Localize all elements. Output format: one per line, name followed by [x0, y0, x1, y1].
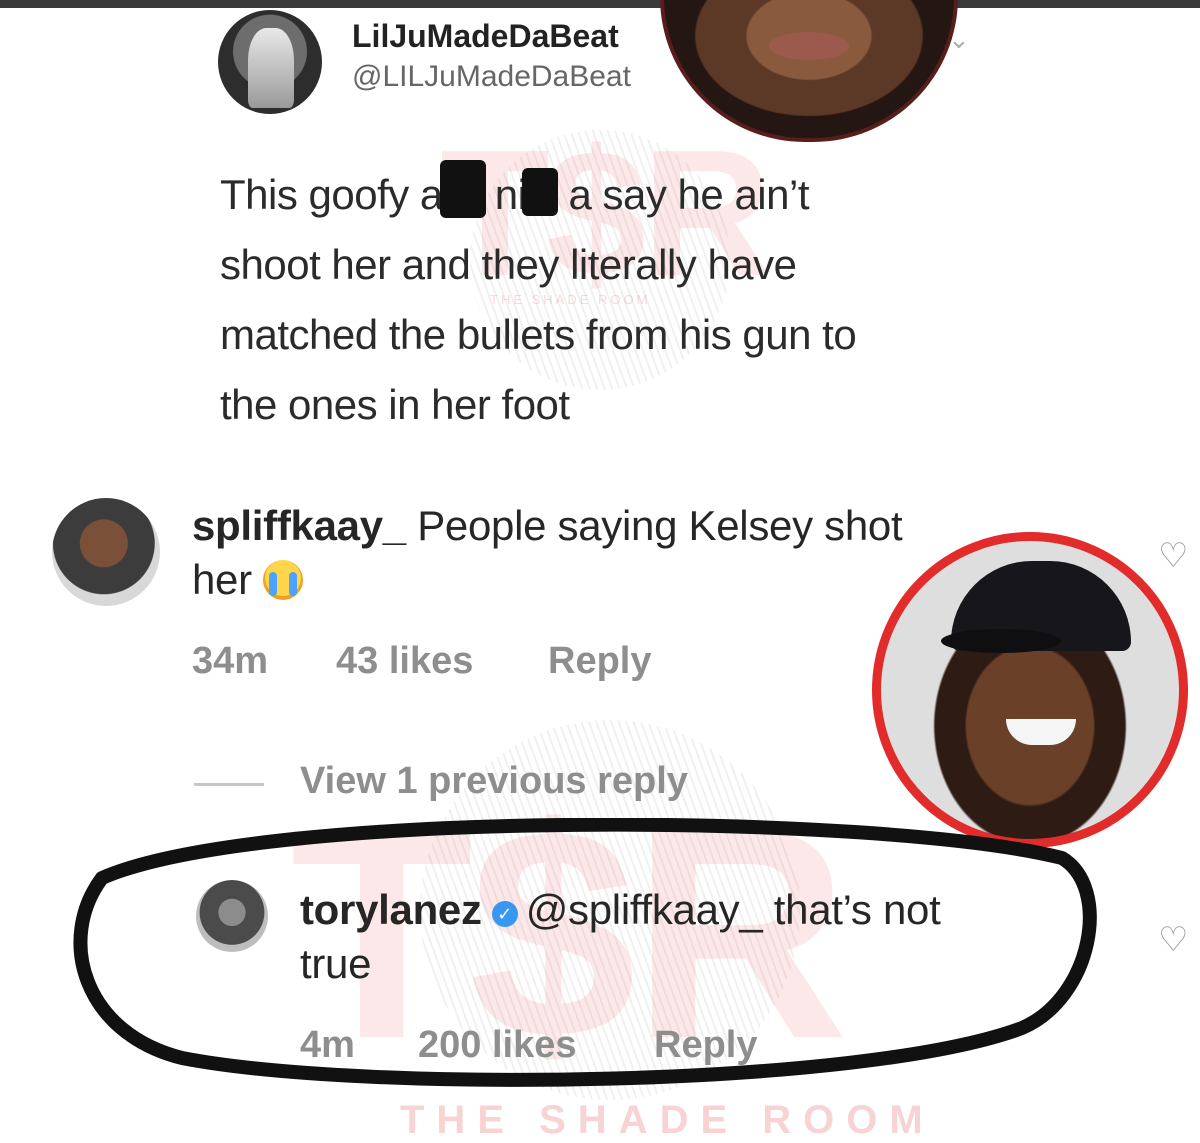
heart-like-icon-2[interactable]: ♡	[1158, 920, 1188, 960]
comment-1-text: spliffkaay_ People saying Kelsey shot	[192, 502, 903, 550]
chevron-down-icon[interactable]: ⌄	[948, 24, 970, 55]
comment-2-time: 4m	[300, 1024, 355, 1066]
heart-like-icon[interactable]: ♡	[1158, 536, 1188, 576]
torylanez-avatar[interactable]	[196, 880, 268, 952]
replies-divider	[194, 783, 264, 786]
crying-emoji-icon	[263, 560, 304, 600]
tweet-handle[interactable]: @LILJuMadeDaBeat	[352, 60, 631, 94]
spliffkaay-avatar[interactable]	[52, 498, 160, 606]
watermark-bottom: THE SHADE ROOM	[400, 1098, 935, 1142]
comment-1-likes[interactable]: 43 likes	[336, 640, 473, 683]
tweet-author-avatar[interactable]	[218, 10, 322, 114]
comment-1-username[interactable]: spliffkaay_	[192, 502, 406, 549]
tweet-line-1a: This goofy a	[220, 171, 443, 218]
tweet-line-2: shoot her and they literally have	[220, 241, 797, 288]
comment-1-body: People saying Kelsey shot	[417, 502, 903, 549]
comment-2-mention[interactable]: @spliffkaay_	[526, 886, 763, 933]
censor-mark-2	[522, 168, 558, 216]
megan-photo-inset	[660, 0, 958, 142]
top-bar	[0, 0, 1200, 8]
comment-1-reply-button[interactable]: Reply	[548, 640, 651, 683]
comment-2-text: torylanez ✓ @spliffkaay_ that’s not	[300, 886, 941, 934]
tweet-display-name[interactable]: LilJuMadeDaBeat	[352, 18, 619, 55]
verified-badge-icon: ✓	[491, 901, 518, 927]
comment-1-time: 34m	[192, 640, 269, 682]
tweet-line-3: matched the bullets from his gun to	[220, 311, 857, 358]
comment-1-body-2: her	[192, 556, 252, 603]
tory-lanez-photo-inset	[872, 532, 1188, 848]
comment-2-likes[interactable]: 200 likes	[418, 1024, 576, 1067]
tweet-line-1c: a say he ain’t	[568, 171, 810, 218]
view-previous-replies-link[interactable]: View 1 previous reply	[300, 760, 688, 803]
comment-1-text-line2: her	[192, 556, 304, 604]
censor-mark-1	[440, 160, 486, 218]
comment-2-text-line2: true	[300, 940, 372, 987]
comment-2-reply-button[interactable]: Reply	[654, 1024, 757, 1067]
comment-2-body: that’s not	[773, 886, 941, 933]
tweet-text: This goofy a ni a say he ain’t shoot her an…	[220, 160, 980, 440]
tweet-line-4: the ones in her foot	[220, 381, 570, 428]
hand-drawn-annotation-circle	[73, 818, 1097, 1087]
comment-2-username[interactable]: torylanez	[300, 886, 482, 933]
